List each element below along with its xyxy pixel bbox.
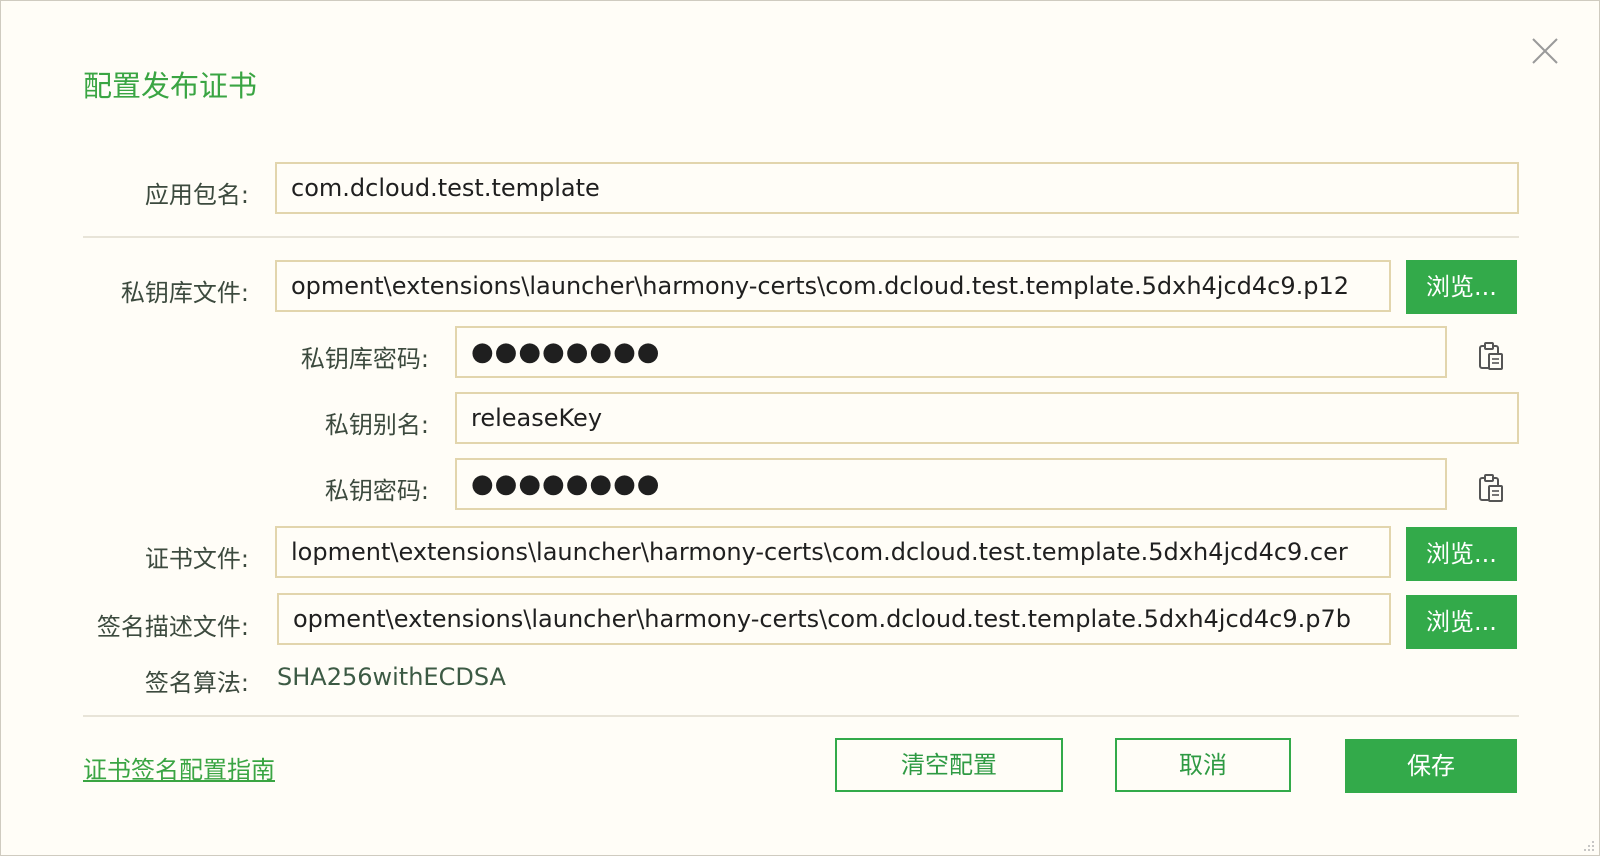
clipboard-icon[interactable] — [1477, 341, 1505, 371]
keystore-file-label: 私钥库文件: — [120, 279, 249, 307]
key-password-label: 私钥密码: — [324, 477, 429, 505]
resize-grip-icon[interactable] — [1581, 837, 1595, 851]
cancel-button[interactable]: 取消 — [1115, 738, 1291, 792]
clear-config-button[interactable]: 清空配置 — [835, 738, 1063, 792]
package-name-input[interactable]: com.dcloud.test.template — [275, 162, 1519, 214]
keystore-password-input[interactable]: ●●●●●●●● — [455, 326, 1447, 378]
cert-file-path: lopment\extensions\launcher\harmony-cert… — [291, 538, 1348, 566]
profile-file-input[interactable]: opment\extensions\launcher\harmony-certs… — [277, 593, 1391, 645]
key-alias-input[interactable]: releaseKey — [455, 392, 1519, 444]
clipboard-icon[interactable] — [1477, 473, 1505, 503]
cert-file-label: 证书文件: — [144, 545, 249, 573]
profile-browse-button[interactable]: 浏览... — [1406, 595, 1517, 649]
divider — [83, 715, 1519, 717]
dialog-title: 配置发布证书 — [83, 69, 258, 103]
sign-algorithm-value: SHA256withECDSA — [277, 663, 506, 691]
cert-file-input[interactable]: lopment\extensions\launcher\harmony-cert… — [275, 526, 1391, 578]
keystore-browse-button[interactable]: 浏览... — [1406, 260, 1517, 314]
keystore-file-path: opment\extensions\launcher\harmony-certs… — [291, 272, 1350, 300]
save-button[interactable]: 保存 — [1345, 739, 1517, 793]
divider — [83, 236, 1519, 238]
publish-certificate-dialog: 配置发布证书 应用包名: com.dcloud.test.template 私钥… — [0, 0, 1600, 856]
profile-file-path: opment\extensions\launcher\harmony-certs… — [293, 605, 1352, 633]
sign-algorithm-label: 签名算法: — [144, 669, 249, 697]
key-alias-label: 私钥别名: — [324, 411, 429, 439]
signing-guide-link[interactable]: 证书签名配置指南 — [83, 750, 275, 785]
key-password-input[interactable]: ●●●●●●●● — [455, 458, 1447, 510]
package-name-label: 应用包名: — [144, 181, 249, 209]
close-icon[interactable] — [1530, 36, 1560, 66]
keystore-password-label: 私钥库密码: — [300, 345, 429, 373]
profile-file-label: 签名描述文件: — [96, 613, 249, 641]
keystore-file-input[interactable]: opment\extensions\launcher\harmony-certs… — [275, 260, 1391, 312]
cert-browse-button[interactable]: 浏览... — [1406, 527, 1517, 581]
